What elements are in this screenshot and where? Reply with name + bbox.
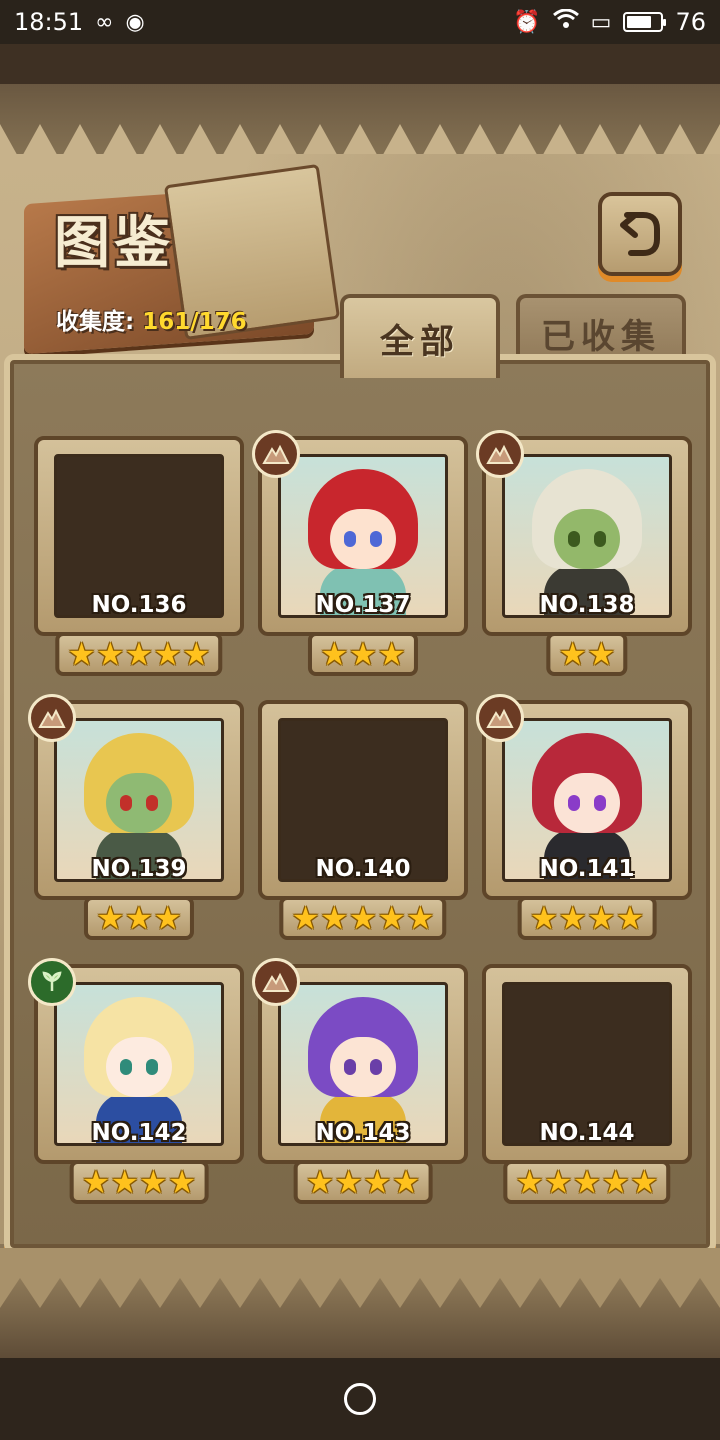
character-card[interactable]: NO.140 ★★★★★ [258, 700, 468, 946]
status-bar: 18:51 ∞ ◉ ⏰ ▭ 76 [0, 0, 720, 44]
character-face [554, 509, 620, 569]
star-rating: ★★ [546, 632, 628, 676]
collection-label: 收集度: [56, 309, 135, 335]
character-face [554, 773, 620, 833]
mountain-element-icon [28, 694, 76, 742]
cast-icon: ▭ [590, 9, 612, 35]
tab-all[interactable]: 全部 [340, 294, 500, 378]
star-rating: ★★★★★ [503, 1160, 671, 1204]
encyclopedia-screen: 图鉴 收集度: 161/176 全部 已收集 NO.136 ★★★★★ NO.137… [0, 44, 720, 1358]
star-rating: ★★★★ [293, 1160, 433, 1204]
character-face [106, 773, 172, 833]
character-eye [344, 531, 356, 547]
star-rating: ★★★★★ [279, 896, 447, 940]
character-card[interactable]: NO.138 ★★ [476, 430, 692, 682]
mountain-element-icon [252, 430, 300, 478]
card-number: NO.136 [91, 592, 187, 618]
star-icons: ★★★★ [81, 1163, 197, 1201]
star-icons: ★★★★★ [515, 1163, 659, 1201]
character-eye [568, 531, 580, 547]
star-icons: ★★ [558, 635, 616, 673]
star-icons: ★★★★★ [291, 899, 435, 937]
card-frame: NO.136 [34, 436, 244, 636]
character-face [330, 509, 396, 569]
bottom-border [0, 1248, 720, 1358]
navigation-bar [0, 1358, 720, 1440]
home-button[interactable] [344, 1383, 376, 1415]
character-eye [370, 1059, 382, 1075]
mountain-element-icon [252, 958, 300, 1006]
star-rating: ★★★★★ [55, 632, 223, 676]
encyclopedia-book: 图鉴 收集度: 161/176 [24, 163, 341, 355]
card-number: NO.140 [315, 856, 411, 882]
card-number: NO.144 [539, 1120, 635, 1146]
star-rating: ★★★★ [517, 896, 657, 940]
mountain-element-icon [476, 694, 524, 742]
battery-level: 76 [675, 8, 706, 36]
star-icons: ★★★★ [305, 1163, 421, 1201]
star-icons: ★★★★ [529, 899, 645, 937]
infinity-icon: ∞ [95, 9, 114, 35]
character-eye [146, 795, 158, 811]
card-number: NO.143 [315, 1120, 411, 1146]
character-eye [344, 1059, 356, 1075]
card-number: NO.139 [91, 856, 187, 882]
battery-fill [627, 16, 652, 28]
character-eye [120, 1059, 132, 1075]
star-rating: ★★★ [83, 896, 195, 940]
character-eye [370, 531, 382, 547]
alarm-icon: ⏰ [513, 9, 541, 35]
battery-icon [623, 12, 667, 32]
star-rating: ★★★★ [69, 1160, 209, 1204]
drop-icon: ◉ [125, 9, 145, 35]
character-card[interactable]: NO.139 ★★★ [28, 694, 244, 946]
card-number: NO.137 [315, 592, 411, 618]
leaf-element-icon [28, 958, 76, 1006]
character-face [106, 1037, 172, 1097]
card-number: NO.141 [539, 856, 635, 882]
character-card[interactable]: NO.143 ★★★★ [252, 958, 468, 1210]
star-icons: ★★★ [95, 899, 183, 937]
card-number: NO.142 [91, 1120, 187, 1146]
mountain-element-icon [476, 430, 524, 478]
back-button[interactable] [598, 192, 682, 276]
star-rating: ★★★ [307, 632, 419, 676]
collection-progress: 收集度: 161/176 [56, 302, 247, 336]
return-icon [620, 212, 660, 256]
card-frame: NO.144 [482, 964, 692, 1164]
top-strip [0, 44, 720, 84]
character-card[interactable]: NO.142 ★★★★ [28, 958, 244, 1210]
page-title: 图鉴 [54, 210, 174, 276]
character-eye [594, 531, 606, 547]
character-card[interactable]: NO.137 ★★★ [252, 430, 468, 682]
clock: 18:51 [14, 8, 84, 36]
collection-count: 161/176 [142, 309, 247, 335]
wifi-icon [552, 8, 579, 35]
character-eye [146, 1059, 158, 1075]
card-number: NO.138 [539, 592, 635, 618]
character-eye [120, 795, 132, 811]
character-card[interactable]: NO.141 ★★★★ [476, 694, 692, 946]
star-icons: ★★★ [319, 635, 407, 673]
card-frame: NO.140 [258, 700, 468, 900]
character-eye [594, 795, 606, 811]
character-eye [568, 795, 580, 811]
star-icons: ★★★★★ [67, 635, 211, 673]
character-card[interactable]: NO.136 ★★★★★ [34, 436, 244, 682]
character-card[interactable]: NO.144 ★★★★★ [482, 964, 692, 1210]
character-face [330, 1037, 396, 1097]
